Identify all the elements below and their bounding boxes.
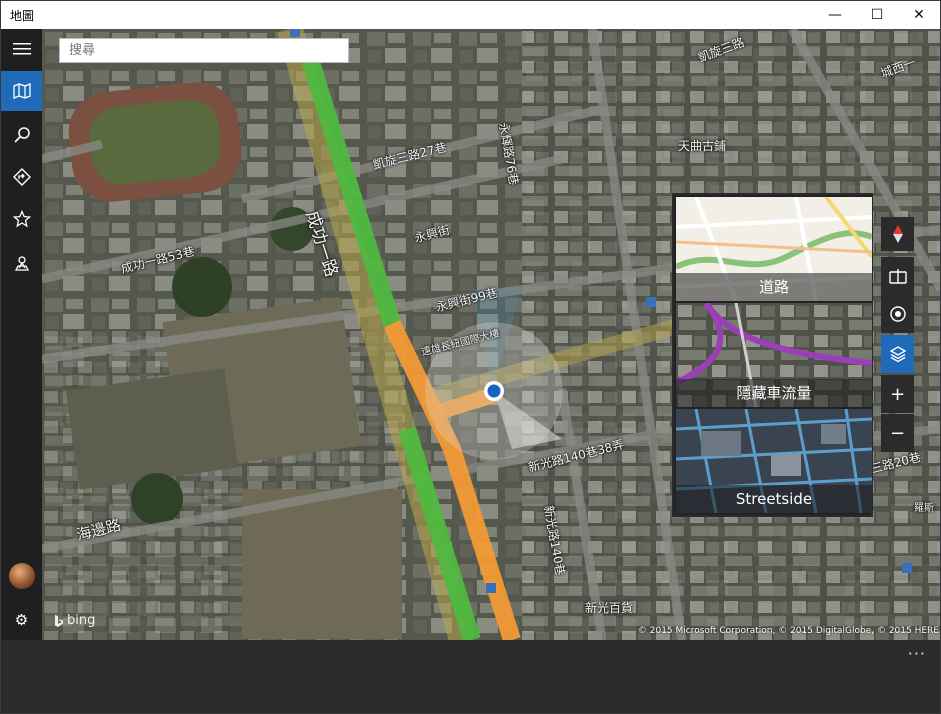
zoom-out-button[interactable]: − <box>881 414 914 452</box>
sidebar-item-directions[interactable] <box>1 157 42 197</box>
style-road-tile[interactable]: 道路 <box>676 197 872 301</box>
settings-button[interactable]: ⚙ <box>1 600 42 640</box>
layers-icon <box>889 346 906 363</box>
style-streetside-tile[interactable]: Streetside <box>676 409 872 513</box>
minus-icon: − <box>889 422 906 444</box>
gear-icon: ⚙ <box>14 611 29 629</box>
poi-label: 羅斯 <box>914 503 934 514</box>
copyright-text: © 2015 Microsoft Corporation, © 2015 Dig… <box>637 626 939 636</box>
map-icon <box>12 83 31 99</box>
hamburger-menu-button[interactable] <box>1 29 42 69</box>
more-options-button[interactable]: ··· <box>908 644 926 663</box>
compass-button[interactable] <box>881 217 914 251</box>
map-layers-button[interactable] <box>881 335 914 373</box>
streetside-icon <box>888 269 907 284</box>
title-bar: 地圖 — ☐ ✕ <box>1 1 940 29</box>
plus-icon: + <box>889 383 906 405</box>
search-input[interactable] <box>59 38 349 63</box>
poi-label: 天曲古鋪 <box>678 139 727 153</box>
favorites-icon <box>12 210 31 228</box>
style-hide-traffic-label: 隱藏車流量 <box>676 379 872 407</box>
zoom-in-button[interactable]: + <box>881 375 914 413</box>
poi-label: 新光百貨 <box>585 601 634 615</box>
cities-icon <box>14 256 29 271</box>
map-style-panel: 道路 隱藏車流量 Streetside <box>672 193 873 517</box>
minimize-button[interactable]: — <box>814 1 856 29</box>
streetside-button[interactable] <box>881 257 914 295</box>
compass-icon <box>892 225 903 243</box>
locate-me-button[interactable] <box>881 295 914 333</box>
bing-icon <box>55 614 63 627</box>
window-title: 地圖 <box>10 8 35 23</box>
map-view[interactable]: 成功一路 成功一路53巷 永興街 永興街99巷 凱旋三路27巷 永輝路76巷 遠… <box>42 29 940 640</box>
sidebar-item-cities[interactable] <box>1 243 42 283</box>
bing-logo: bing <box>54 613 95 628</box>
maps-window: 地圖 — ☐ ✕ ⚙ 搜尋 成功一路 成功一路53巷 永興街 永興街99巷 凱旋… <box>0 0 941 714</box>
locate-icon <box>889 306 906 322</box>
close-button[interactable]: ✕ <box>898 1 940 29</box>
style-road-label: 道路 <box>676 273 872 301</box>
directions-icon <box>12 168 31 186</box>
sidebar-item-map[interactable] <box>1 71 42 111</box>
style-streetside-label: Streetside <box>676 485 872 513</box>
style-hide-traffic-tile[interactable]: 隱藏車流量 <box>676 303 872 407</box>
bottom-app-bar: ··· <box>1 640 940 713</box>
hamburger-menu-icon <box>12 43 31 55</box>
search-icon <box>13 127 30 143</box>
sidebar-item-favorites[interactable] <box>1 199 42 239</box>
sidebar: ⚙ <box>1 29 42 640</box>
sidebar-item-search[interactable] <box>1 115 42 155</box>
user-avatar[interactable] <box>9 563 35 589</box>
maximize-button[interactable]: ☐ <box>856 1 898 29</box>
